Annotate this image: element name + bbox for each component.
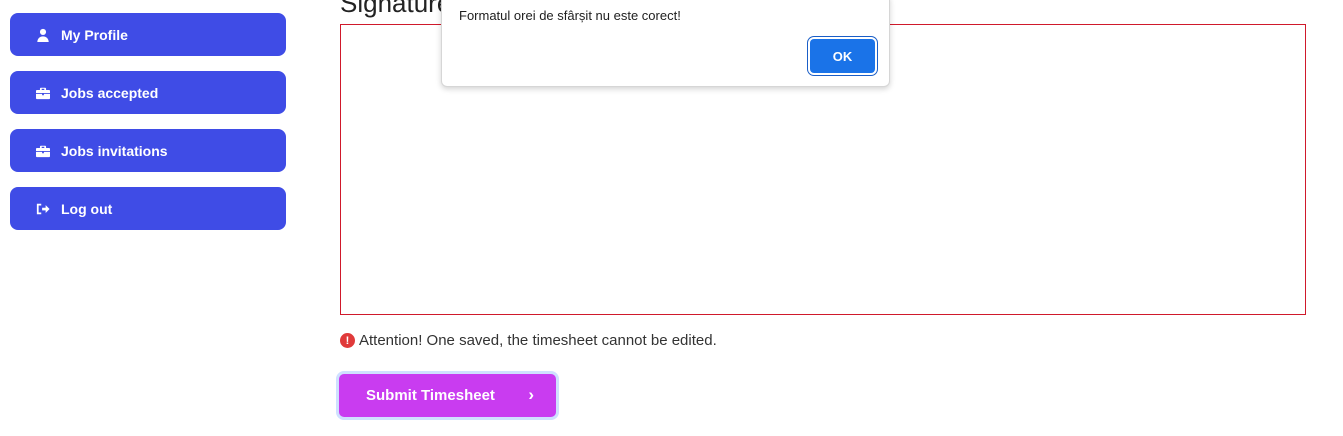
- logout-icon: [35, 201, 51, 217]
- briefcase-icon: [35, 85, 51, 101]
- sidebar-item-label: Jobs accepted: [61, 84, 159, 101]
- signature-title: Signature: [340, 0, 452, 18]
- sidebar-item-label: Log out: [61, 200, 113, 217]
- sidebar-item-jobs-accepted[interactable]: Jobs accepted: [10, 71, 286, 114]
- user-icon: [35, 27, 51, 43]
- chevron-right-icon: ›: [528, 385, 534, 404]
- sidebar-item-my-profile[interactable]: My Profile: [10, 13, 286, 56]
- submit-timesheet-button[interactable]: Submit Timesheet ›: [339, 374, 556, 417]
- ok-button[interactable]: OK: [810, 39, 875, 73]
- attention-text: Attention! One saved, the timesheet cann…: [359, 332, 717, 349]
- submit-label: Submit Timesheet: [366, 387, 495, 404]
- sidebar-item-log-out[interactable]: Log out: [10, 187, 286, 230]
- briefcase-icon: [35, 143, 51, 159]
- sidebar-item-jobs-invitations[interactable]: Jobs invitations: [10, 129, 286, 172]
- alert-dialog: Formatul orei de sfârșit nu este corect!…: [441, 0, 890, 87]
- sidebar-item-label: My Profile: [61, 26, 128, 43]
- sidebar-item-label: Jobs invitations: [61, 142, 168, 159]
- alert-message: Formatul orei de sfârșit nu este corect!: [459, 8, 681, 23]
- warning-icon: !: [340, 333, 355, 348]
- attention-notice: ! Attention! One saved, the timesheet ca…: [340, 332, 717, 349]
